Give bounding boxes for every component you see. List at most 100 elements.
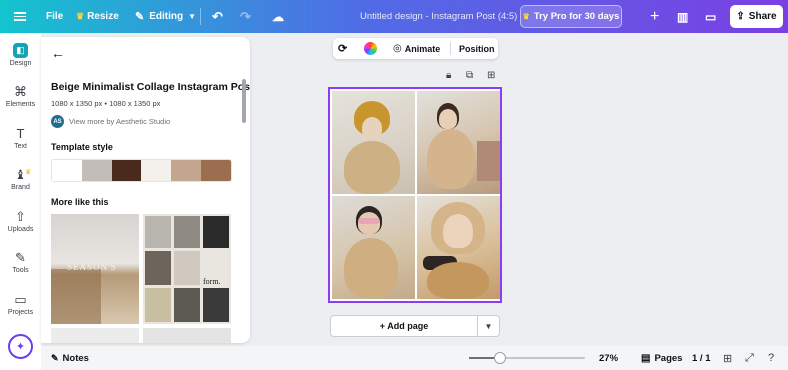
rail-label: Brand [11, 184, 30, 191]
rail-item-tools[interactable]: ✎ Tools [0, 250, 41, 275]
brand-icon: ♝ [14, 167, 27, 182]
help-icon[interactable]: ? [768, 346, 774, 370]
avatar: AS [51, 115, 64, 128]
notes-icon: ✎ [51, 352, 59, 363]
color-swatch[interactable] [111, 160, 142, 181]
thumbnail-text: SEASON'S [67, 262, 117, 272]
animate-label: Animate [404, 43, 441, 54]
rail-item-uploads[interactable]: ⇧ Uploads [0, 209, 41, 234]
color-picker-icon[interactable] [364, 42, 377, 55]
author-link-label: View more by Aesthetic Studio [69, 117, 171, 126]
template-thumbnail[interactable] [51, 328, 139, 343]
add-icon[interactable]: + [650, 0, 659, 33]
collage-photo[interactable] [417, 91, 500, 194]
comment-icon[interactable]: ▭ [705, 0, 716, 33]
photo-detail [443, 214, 473, 248]
crown-icon: ♛ [25, 169, 32, 176]
notes-label: Notes [62, 352, 89, 364]
top-bar: File ♛ Resize ✎ Editing ▼ ↶ ↷ ☁ Untitled de… [0, 0, 788, 33]
rail-label: Projects [7, 309, 34, 316]
add-page-icon[interactable]: ⊞ [487, 70, 495, 81]
file-menu[interactable]: File [46, 0, 63, 33]
thumbnail-photo [203, 216, 229, 248]
pencil-icon: ✎ [135, 11, 145, 23]
magic-edit-icon[interactable]: ⟳ [338, 38, 347, 59]
pages-icon: ▤ [641, 352, 651, 364]
rail-label: Text [14, 143, 27, 150]
template-style-heading: Template style [51, 142, 113, 152]
back-arrow-icon[interactable]: ← [51, 45, 65, 61]
collage-photo[interactable] [417, 196, 500, 299]
share-label: Share [748, 11, 777, 22]
resize-button[interactable]: ♛ Resize [76, 0, 119, 33]
redo-icon[interactable]: ↷ [240, 0, 251, 33]
color-swatch[interactable] [201, 160, 231, 181]
rail-label: Elements [5, 101, 36, 108]
zoom-slider[interactable] [469, 352, 585, 364]
position-button[interactable]: Position [459, 38, 495, 59]
rail-item-projects[interactable]: ▭ Projects [0, 293, 41, 317]
design-page[interactable] [328, 87, 502, 303]
rail-item-brand[interactable]: ♛ ♝ Brand [0, 167, 41, 192]
divider [200, 8, 201, 25]
cloud-save-icon[interactable]: ☁ [272, 0, 284, 33]
try-pro-button[interactable]: ♛ Try Pro for 30 days [520, 5, 622, 28]
collage-photo[interactable] [332, 196, 415, 299]
chevron-down-icon[interactable]: ▼ [478, 315, 500, 337]
thumbnail-photo [51, 269, 101, 324]
uploads-icon: ⇧ [15, 209, 26, 224]
rail-item-text[interactable]: T Text [0, 127, 41, 151]
notes-button[interactable]: ✎ Notes [51, 346, 89, 370]
template-title: Beige Minimalist Collage Instagram Post [51, 81, 250, 93]
crown-icon: ♛ [76, 11, 85, 21]
color-swatch[interactable] [81, 160, 112, 181]
thumbnail-photo [174, 288, 200, 322]
insights-icon[interactable]: ▥ [677, 0, 688, 33]
photo-detail [362, 117, 382, 139]
template-thumbnail[interactable] [143, 328, 231, 343]
elements-icon: ⌘ [14, 84, 27, 99]
photo-detail [427, 129, 475, 189]
template-thumbnail[interactable]: SEASON'S [51, 214, 139, 324]
fullscreen-icon[interactable]: ⤢ [745, 346, 754, 370]
color-swatch[interactable] [171, 160, 202, 181]
pages-button[interactable]: ▤ Pages [641, 346, 682, 370]
rail-item-elements[interactable]: ⌘ Elements [0, 84, 41, 109]
author-link[interactable]: AS View more by Aesthetic Studio [51, 115, 170, 128]
color-swatch[interactable] [141, 160, 172, 181]
grid-view-icon[interactable]: ⊞ [723, 346, 732, 370]
left-rail: ◧ Design ⌘ Elements T Text ♛ ♝ Brand ⇧ Uploads… [0, 33, 41, 370]
zoom-slider-knob[interactable] [494, 352, 507, 364]
editing-mode-dropdown[interactable]: ✎ Editing ▼ [135, 0, 196, 33]
try-pro-label: Try Pro for 30 days [533, 11, 620, 22]
tools-icon: ✎ [15, 250, 26, 265]
magic-assistant-icon[interactable]: ✦ [8, 334, 33, 359]
undo-icon[interactable]: ↶ [212, 0, 223, 33]
rail-label: Tools [12, 267, 29, 274]
zoom-level[interactable]: 27% [599, 346, 618, 370]
panel-scrollbar[interactable] [242, 79, 246, 123]
resize-label: Resize [87, 11, 119, 22]
thumbnail-photo [145, 288, 171, 322]
photo-detail [477, 141, 500, 181]
crown-icon: ♛ [522, 12, 530, 21]
share-button[interactable]: ⇪ Share [730, 5, 783, 28]
lock-icon[interactable]: 🔒︎ [446, 70, 451, 81]
more-like-this-heading: More like this [51, 197, 109, 207]
document-title[interactable]: Untitled design - Instagram Post (4:5) [360, 0, 517, 33]
animate-icon: ◎ [393, 43, 402, 54]
color-swatches [51, 159, 232, 182]
photo-detail [344, 141, 400, 194]
duplicate-page-icon[interactable]: ⧉ [466, 70, 473, 81]
editing-label: Editing [149, 11, 184, 22]
color-swatch[interactable] [52, 160, 82, 181]
rail-item-design[interactable]: ◧ Design [0, 43, 41, 67]
template-size: 1080 x 1350 px • 1080 x 1350 px [51, 99, 161, 108]
thumbnail-photo [174, 216, 200, 248]
bottom-bar: ✎ Notes 27% ▤ Pages 1 / 1 ⊞ ⤢ ? [41, 346, 788, 370]
animate-button[interactable]: ◎ Animate [393, 38, 440, 59]
menu-icon[interactable] [14, 0, 28, 33]
collage-photo[interactable] [332, 91, 415, 194]
template-thumbnail[interactable]: form. [143, 214, 231, 324]
add-page-button[interactable]: + Add page [330, 315, 478, 337]
